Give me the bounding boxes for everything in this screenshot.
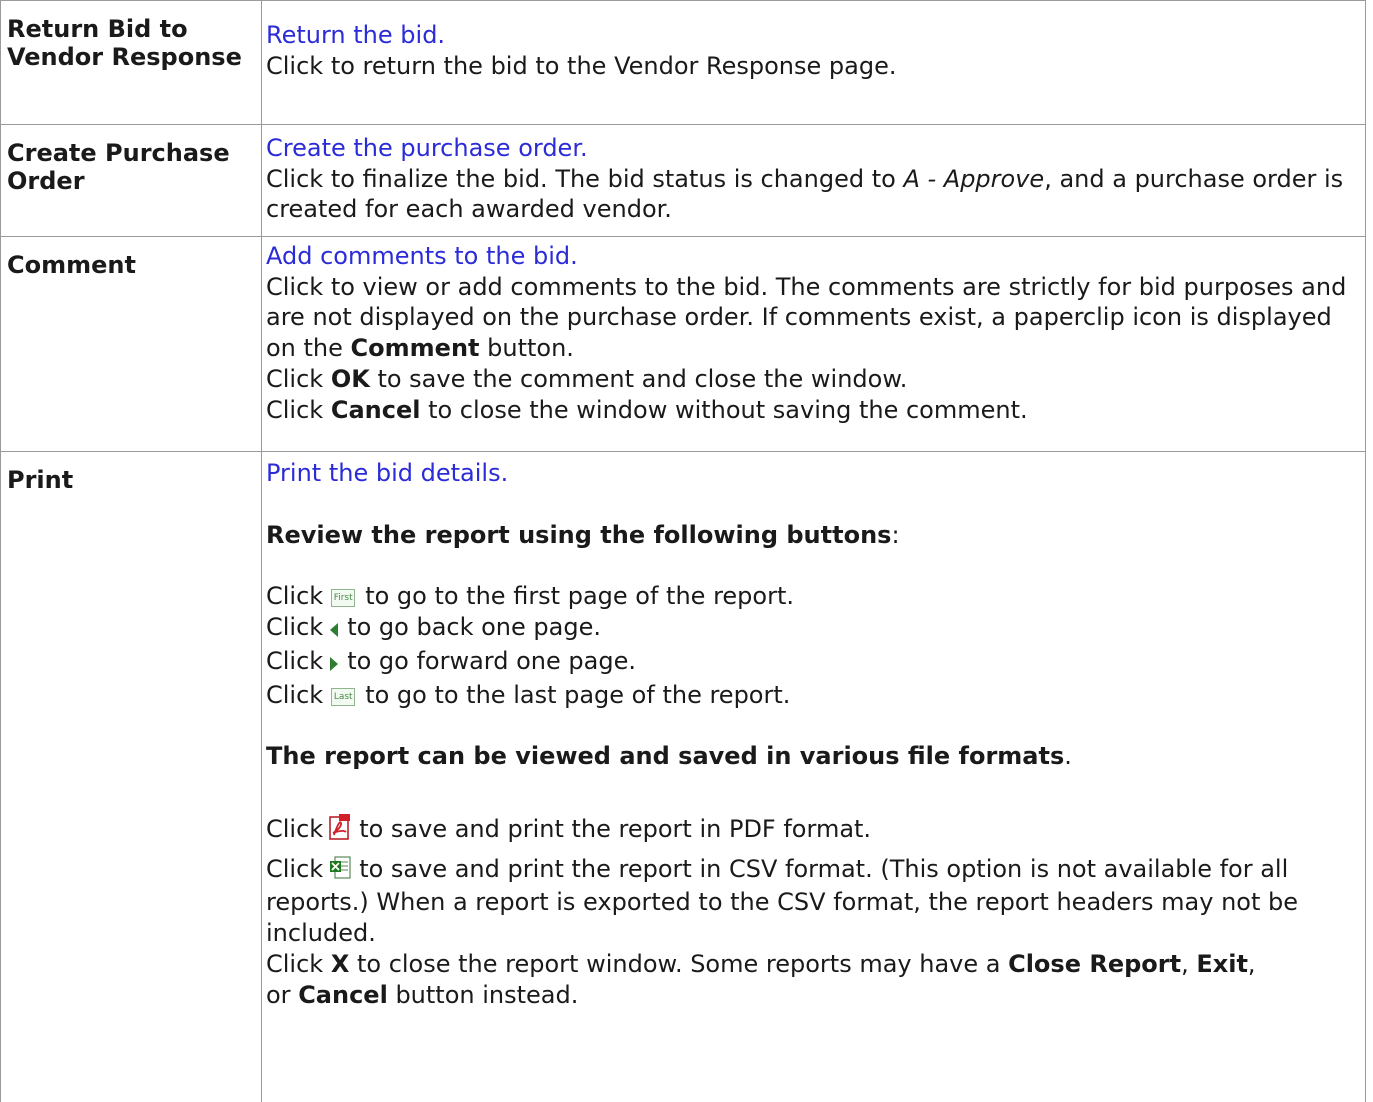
text-run: Click xyxy=(266,949,331,978)
export-instruction: Click to save and print the report in CSV… xyxy=(266,854,1359,949)
field-label: Comment xyxy=(0,236,262,452)
text-run: or xyxy=(266,980,299,1009)
step-link[interactable]: Create the purchase order. xyxy=(266,133,1359,164)
text-run: Click xyxy=(266,395,331,424)
description-text: Click to finalize the bid. The bid statu… xyxy=(266,164,1359,225)
csv-excel-icon[interactable] xyxy=(329,856,351,888)
export-instruction: Click to save and print the report in PDF… xyxy=(266,814,1359,848)
text-run: , xyxy=(1247,949,1256,978)
nav-instruction: Click Last to go to the last page of the r… xyxy=(266,680,1359,711)
description-text: Click to view or add comments to the bid… xyxy=(266,272,1359,364)
field-label: Return Bid to Vendor Response xyxy=(0,0,262,125)
text-run: button instead. xyxy=(387,980,579,1009)
pdf-icon[interactable] xyxy=(329,814,351,848)
bold-term: X xyxy=(330,949,350,978)
description-text: Click OK to save the comment and close t… xyxy=(266,364,1359,395)
status-value: A - Approve xyxy=(903,164,1045,193)
field-description: Create the purchase order. Click to fina… xyxy=(261,124,1366,237)
text-run: Click xyxy=(266,582,324,611)
first-page-icon[interactable]: First xyxy=(331,589,356,608)
bold-term: Review the report using the following bu… xyxy=(266,520,892,549)
nav-instruction: Click to go back one page. xyxy=(266,612,1359,646)
nav-instruction: Click to go forward one page. xyxy=(266,646,1359,680)
bold-term: The report can be viewed and saved in va… xyxy=(266,742,1065,771)
field-description: Print the bid details. Review the report… xyxy=(261,451,1366,1102)
text-run: : xyxy=(891,520,900,549)
text-run: , xyxy=(1181,949,1197,978)
table-row: Comment Add comments to the bid. Click t… xyxy=(0,236,1366,452)
table-row: Print Print the bid details. Review the … xyxy=(0,451,1366,1102)
step-link[interactable]: Print the bid details. xyxy=(266,458,1359,489)
text-run: to go back one page. xyxy=(347,613,601,642)
field-label: Print xyxy=(0,451,262,1102)
step-link[interactable]: Return the bid. xyxy=(266,20,1359,51)
table-row: Create Purchase Order Create the purchas… xyxy=(0,124,1366,237)
bold-term: Exit xyxy=(1196,949,1248,978)
text-run: Click xyxy=(266,364,331,393)
help-table: Return Bid to Vendor Response Return the… xyxy=(0,0,1366,1102)
bold-term: Cancel xyxy=(330,395,421,424)
bold-term: Comment xyxy=(350,334,480,363)
text-run: . xyxy=(1064,742,1072,771)
text-run: to go to the last page of the report. xyxy=(365,680,791,709)
field-description: Return the bid. Click to return the bid … xyxy=(261,0,1366,125)
previous-page-icon[interactable] xyxy=(329,615,339,646)
field-description: Add comments to the bid. Click to view o… xyxy=(261,236,1366,452)
text-run: to go to the first page of the report. xyxy=(365,582,794,611)
bold-term: OK xyxy=(330,364,370,393)
next-page-icon[interactable] xyxy=(329,649,339,680)
text-run: Click xyxy=(266,646,324,675)
text-run: Click xyxy=(266,613,324,642)
text-run: button. xyxy=(479,334,574,363)
step-link[interactable]: Add comments to the bid. xyxy=(266,241,1359,272)
text-run: Click to finalize the bid. The bid statu… xyxy=(266,164,904,193)
text-run: to close the report window. Some reports… xyxy=(349,949,1009,978)
text-run: to save the comment and close the window… xyxy=(369,364,908,393)
table-row: Return Bid to Vendor Response Return the… xyxy=(0,0,1366,125)
nav-instruction: Click First to go to the first page of the… xyxy=(266,581,1359,612)
close-instruction: Click X to close the report window. Some… xyxy=(266,949,1359,1010)
field-label: Create Purchase Order xyxy=(0,124,262,237)
text-run: Click xyxy=(266,815,324,844)
last-page-icon[interactable]: Last xyxy=(331,687,356,706)
bold-term: Cancel xyxy=(298,980,388,1009)
text-run: Click xyxy=(266,854,324,883)
section-heading: Review the report using the following bu… xyxy=(266,520,1359,551)
section-heading: The report can be viewed and saved in va… xyxy=(266,741,1359,772)
text-run: to save and print the report in CSV form… xyxy=(266,854,1298,948)
text-run: to close the window without saving the c… xyxy=(420,395,1028,424)
text-run: Click xyxy=(266,680,324,709)
bold-term: Close Report xyxy=(1008,949,1182,978)
description-text: Click to return the bid to the Vendor Re… xyxy=(266,51,897,80)
text-run: to save and print the report in PDF form… xyxy=(359,815,872,844)
description-text: Click Cancel to close the window without… xyxy=(266,395,1359,426)
text-run: to go forward one page. xyxy=(347,646,636,675)
